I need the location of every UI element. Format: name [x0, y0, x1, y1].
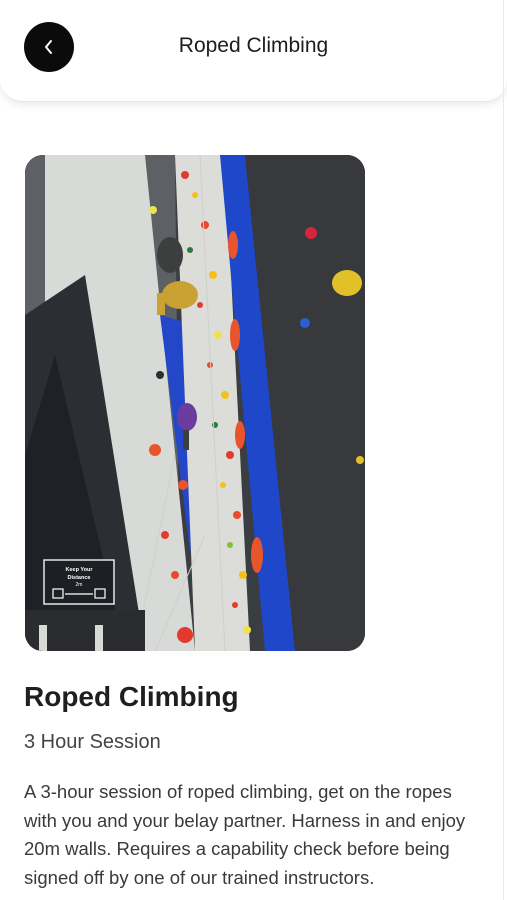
- divider: [503, 0, 504, 900]
- activity-photo: Keep Your Distance 2m: [25, 155, 365, 651]
- activity-subtitle: 3 Hour Session: [24, 731, 161, 753]
- activity-description: A 3-hour session of roped climbing, get …: [24, 781, 466, 888]
- activity-detail-page: Roped Climbing Keep Your Distance 2m Rop…: [0, 0, 507, 900]
- sign-line-1: Keep Your: [66, 567, 94, 573]
- app-header: Roped Climbing: [0, 0, 507, 102]
- header-title: Roped Climbing: [178, 34, 329, 57]
- activity-title: Roped Climbing: [24, 681, 239, 712]
- sign-line-3: 2m: [76, 582, 83, 588]
- climbing-wall-image: Keep Your Distance 2m: [25, 155, 365, 651]
- sign-line-2: Distance: [68, 575, 91, 581]
